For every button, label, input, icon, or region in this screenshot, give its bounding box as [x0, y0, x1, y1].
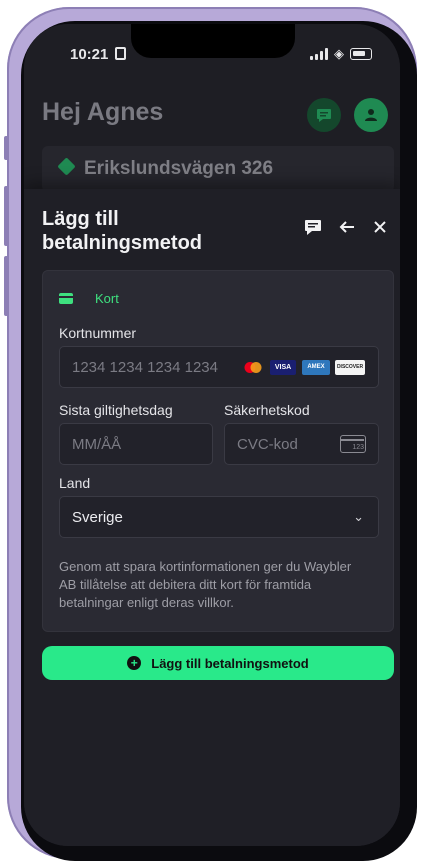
- mastercard-logo-icon: [244, 362, 262, 373]
- consent-notice: Genom att spara kortinformationen ger du…: [59, 559, 352, 610]
- status-time: 10:21: [70, 46, 109, 63]
- chevron-down-icon: ⌄: [353, 509, 364, 524]
- amex-logo-icon: AMEX: [302, 360, 330, 375]
- card-number-label: Kortnummer: [59, 325, 137, 341]
- status-icons: ◈: [310, 46, 372, 61]
- cvc-label: Säkerhetskod: [224, 402, 310, 418]
- card-number-input[interactable]: 1234 1234 1234 1234 VISA AMEX DISCOVER: [59, 346, 379, 388]
- greeting-heading: Hej Agnes: [42, 98, 164, 126]
- back-arrow-icon[interactable]: [338, 219, 356, 235]
- add-payment-sheet: Lägg till betalningsmetod Kort Kortnumme…: [24, 189, 400, 846]
- expiry-placeholder: MM/ÅÅ: [72, 436, 122, 453]
- tab-card[interactable]: Kort: [59, 291, 119, 306]
- orientation-lock-icon: [115, 47, 126, 60]
- mute-switch: [4, 136, 9, 160]
- phone-screen: 10:21 ◈ Hej Agnes Erikslundsvägen 326 Lä…: [24, 24, 400, 846]
- country-select[interactable]: Sverige ⌄: [59, 496, 379, 538]
- payment-form-card: Kort Kortnummer 1234 1234 1234 1234 VISA…: [42, 270, 394, 632]
- expiry-label: Sista giltighetsdag: [59, 402, 173, 418]
- cvc-card-icon: 123: [340, 435, 366, 453]
- volume-up-button: [4, 186, 9, 246]
- expiry-input[interactable]: MM/ÅÅ: [59, 423, 213, 465]
- discover-logo-icon: DISCOVER: [335, 360, 365, 375]
- add-payment-method-label: Lägg till betalningsmetod: [151, 655, 309, 671]
- cvc-input[interactable]: CVC-kod 123: [224, 423, 379, 465]
- plus-circle-icon: +: [127, 656, 142, 670]
- chat-icon[interactable]: [304, 219, 322, 235]
- visa-logo-icon: VISA: [270, 360, 296, 375]
- profile-button[interactable]: [354, 98, 388, 132]
- messages-button[interactable]: [307, 98, 341, 132]
- add-payment-method-button[interactable]: + Lägg till betalningsmetod: [42, 646, 394, 680]
- address-selector[interactable]: Erikslundsvägen 326: [42, 146, 394, 192]
- cvc-icon-digits: 123: [352, 444, 364, 451]
- address-text: Erikslundsvägen 326: [84, 158, 274, 179]
- country-label: Land: [59, 475, 91, 491]
- location-diamond-icon: [57, 157, 76, 176]
- card-number-placeholder: 1234 1234 1234 1234: [72, 359, 218, 376]
- credit-card-icon: [59, 293, 73, 304]
- cvc-placeholder: CVC-kod: [237, 436, 298, 453]
- country-value: Sverige: [72, 509, 123, 526]
- battery-icon: [350, 48, 372, 60]
- tab-card-label: Kort: [95, 291, 119, 306]
- chat-icon: [317, 109, 331, 122]
- close-icon[interactable]: [372, 219, 388, 235]
- person-icon: [365, 109, 377, 121]
- notch: [131, 24, 295, 58]
- sheet-title: Lägg till betalningsmetod: [42, 208, 203, 254]
- signal-icon: [310, 48, 328, 60]
- wifi-icon: ◈: [334, 46, 344, 61]
- volume-down-button: [4, 256, 9, 316]
